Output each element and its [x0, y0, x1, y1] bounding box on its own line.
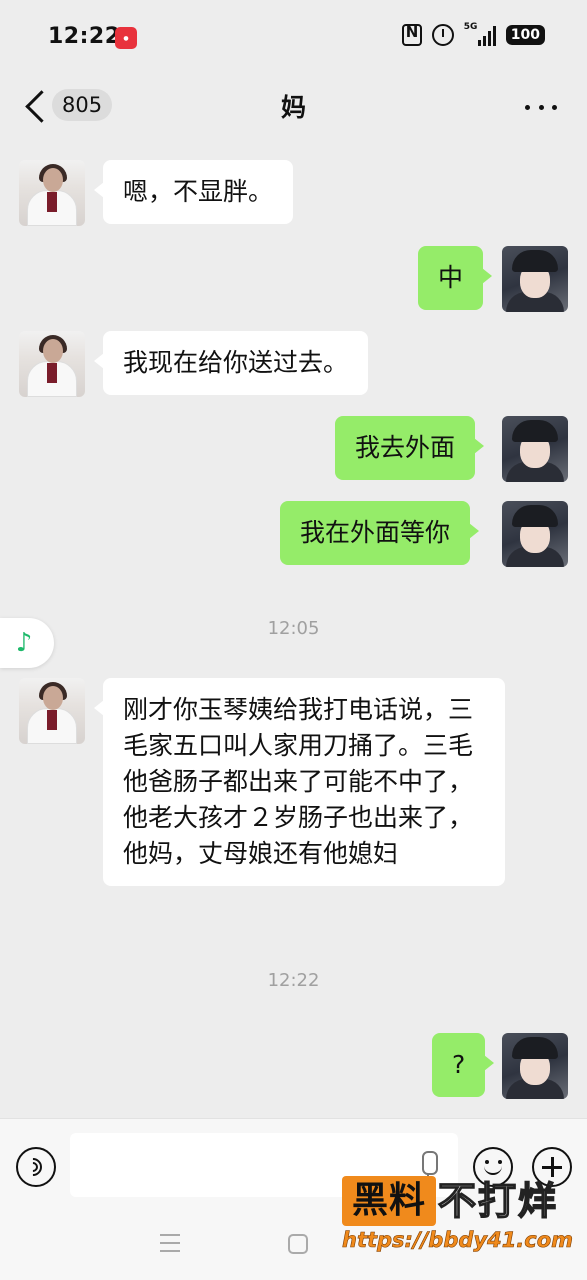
- message-bubble-outgoing[interactable]: 我在外面等你: [280, 501, 480, 565]
- message-bubble-incoming[interactable]: 刚才你玉琴姨给我打电话说，三毛家五口叫人家用刀捅了。三毛他爸肠子都出来了可能不中…: [94, 678, 505, 886]
- news-app-icon: ●: [115, 27, 137, 49]
- network-type: 5G: [463, 22, 478, 32]
- self-avatar[interactable]: [502, 416, 568, 482]
- floating-music-player[interactable]: ♪: [0, 618, 54, 668]
- watermark-box-text: 黑料: [342, 1176, 436, 1226]
- home-icon[interactable]: [288, 1234, 308, 1254]
- message-bubble-outgoing[interactable]: 中: [418, 246, 493, 310]
- watermark-logo: 黑料 不打烊 https://bbdy41.com: [342, 1176, 574, 1266]
- status-indicators: 5G 100: [401, 22, 545, 46]
- message-bubble-incoming[interactable]: 我现在给你送过去。: [93, 331, 369, 395]
- message-bubble-outgoing[interactable]: 我去外面: [335, 416, 485, 480]
- alarm-icon: [431, 24, 454, 46]
- voice-input-button[interactable]: [16, 1147, 56, 1187]
- self-avatar[interactable]: [502, 246, 568, 312]
- message-list[interactable]: 嗯，不显胖。 中 我现在给你送过去。 我去外面 我在外面等你 12:05 刚才你…: [0, 140, 587, 1118]
- message-timestamp: 12:05: [267, 618, 320, 639]
- watermark-text: 不打烊: [437, 1178, 559, 1224]
- signal-icon: 5G: [463, 22, 496, 46]
- chat-header: 805 妈: [0, 78, 587, 140]
- battery-indicator: 100: [505, 25, 545, 45]
- contact-avatar[interactable]: [19, 331, 85, 397]
- status-bar: 12:22 ● 5G 100: [0, 0, 587, 78]
- self-avatar[interactable]: [502, 1033, 568, 1099]
- more-options-button[interactable]: [525, 93, 557, 121]
- self-avatar[interactable]: [502, 501, 568, 567]
- nfc-icon: [401, 23, 422, 46]
- recent-apps-icon[interactable]: [160, 1234, 180, 1252]
- message-timestamp: 12:22: [267, 970, 320, 991]
- music-note-icon: ♪: [15, 628, 33, 658]
- status-time: 12:22: [48, 24, 121, 49]
- unread-count-badge[interactable]: 805: [52, 89, 113, 121]
- watermark-url: https://bbdy41.com: [342, 1228, 574, 1253]
- message-bubble-incoming[interactable]: 嗯，不显胖。: [93, 160, 294, 224]
- message-bubble-outgoing[interactable]: ?: [432, 1033, 495, 1097]
- contact-avatar[interactable]: [19, 678, 85, 744]
- back-button[interactable]: [22, 90, 50, 124]
- contact-avatar[interactable]: [19, 160, 85, 226]
